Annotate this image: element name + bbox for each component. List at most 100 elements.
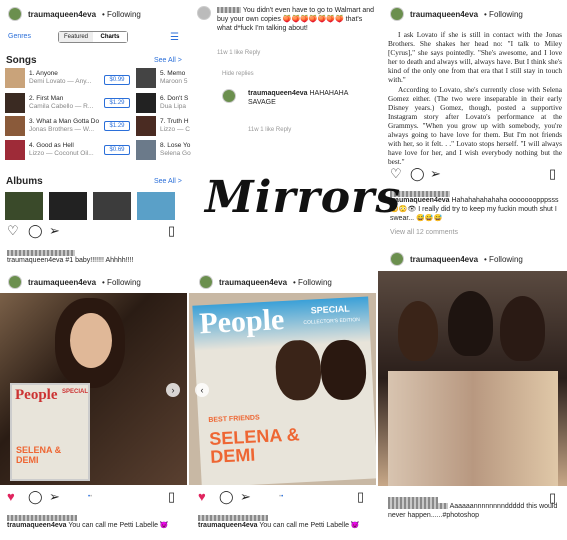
album-cover[interactable] — [5, 192, 43, 220]
caption: Aaaaaannnnnnnnddddd this would never hap… — [388, 503, 558, 519]
prev-arrow-icon[interactable]: ‹ — [195, 383, 209, 397]
song-title: 1. Anyone — [29, 70, 58, 77]
caption: traumaqueen4eva You can call me Petti La… — [7, 522, 169, 529]
view-comments-link[interactable]: View all 12 comments — [390, 228, 458, 237]
share-icon[interactable]: ➢ — [430, 167, 441, 180]
magazine-headline: SELENA & DEMI — [16, 445, 62, 465]
avatar[interactable] — [8, 7, 22, 21]
heart-icon[interactable]: ♥ — [198, 490, 206, 503]
avatar[interactable] — [390, 7, 404, 21]
face — [70, 313, 112, 368]
comment-icon[interactable]: ◯ — [219, 490, 234, 503]
post-photo[interactable]: People SPECIAL SELENA & DEMI › — [0, 293, 187, 485]
list-item[interactable]: 2. First Man Camila Cabello — R... — [5, 93, 93, 113]
tab-featured[interactable]: Featured — [59, 32, 93, 42]
celebrity-photo[interactable] — [378, 271, 567, 486]
comment-meta[interactable]: 11w 1 like Reply — [217, 49, 260, 58]
caption: traumaqueen4eva Hahahahahahaha ooooooopp… — [390, 197, 559, 222]
username[interactable]: traumaqueen4eva — [28, 10, 96, 19]
post-header: traumaqueen4eva • Following — [390, 7, 523, 21]
song-artist: Jonas Brothers — W... — [29, 126, 95, 133]
list-item[interactable]: 5. Memo Maroon 5 — [136, 68, 187, 88]
album-cover[interactable] — [93, 192, 131, 220]
comment-meta[interactable]: 11w 1 like Reply — [248, 126, 291, 135]
list-item[interactable]: 3. What a Man Gotta Do Jonas Brothers — W… — [5, 116, 99, 136]
see-all-link[interactable]: See All > — [154, 178, 182, 185]
bookmark-icon[interactable]: ▯ — [168, 490, 175, 503]
song-artist: Dua Lipa — [160, 103, 187, 110]
username[interactable]: traumaqueen4eva — [28, 278, 96, 287]
song-artist: Maroon 5 — [160, 78, 188, 85]
bookmark-icon[interactable]: ▯ — [168, 224, 175, 237]
hide-replies-link[interactable]: Hide replies — [222, 70, 254, 79]
comment-icon[interactable]: ◯ — [410, 167, 425, 180]
avatar[interactable] — [199, 275, 213, 289]
song-title: 4. Good as Hell — [29, 142, 74, 149]
following-label[interactable]: • Following — [102, 278, 141, 287]
comment-icon[interactable]: ◯ — [28, 490, 43, 503]
post-header: traumaqueen4eva • Following — [8, 275, 141, 289]
post-photo[interactable]: People SPECIAL COLLECTOR'S EDITION BEST … — [189, 293, 376, 485]
magazine-cover: People SPECIAL SELENA & DEMI — [10, 383, 90, 481]
list-icon[interactable]: ☰ — [170, 31, 179, 44]
following-label[interactable]: • Following — [102, 10, 141, 19]
share-icon[interactable]: ➢ — [240, 490, 251, 503]
price-button[interactable]: $1.29 — [104, 121, 130, 131]
magazine-special: SPECIAL — [62, 389, 89, 395]
magazine-best: BEST FRIENDS — [208, 414, 260, 425]
following-label[interactable]: • Following — [484, 255, 523, 264]
bookmark-icon[interactable]: ▯ — [549, 167, 556, 180]
magazine-edition: COLLECTOR'S EDITION — [303, 316, 360, 326]
username[interactable]: traumaqueen4eva — [410, 255, 478, 264]
comment-icon[interactable]: ◯ — [28, 224, 43, 237]
heart-icon[interactable]: ♡ — [7, 224, 19, 237]
price-button[interactable]: $0.99 — [104, 75, 130, 85]
list-item[interactable]: 4. Good as Hell Lizzo — Coconut Oil... — [5, 140, 94, 160]
share-icon[interactable]: ➢ — [49, 224, 60, 237]
song-title: 8. Lose Yo — [160, 142, 191, 149]
username[interactable]: traumaqueen4eva — [219, 278, 287, 287]
magazine-headline: SELENA & DEMI — [208, 424, 301, 467]
list-item[interactable]: 7. Truth H Lizzo — C — [136, 116, 190, 136]
album-art — [136, 116, 156, 136]
heart-icon[interactable]: ♥ — [7, 490, 15, 503]
album-art — [136, 93, 156, 113]
song-title: 6. Don't S — [160, 95, 189, 102]
magazine-brand: People — [198, 302, 286, 341]
magazine-cover: People SPECIAL COLLECTOR'S EDITION BEST … — [192, 296, 376, 485]
next-arrow-icon[interactable]: › — [166, 383, 180, 397]
carousel-dots: •• — [88, 494, 93, 500]
price-button[interactable]: $0.69 — [104, 145, 130, 155]
avatar[interactable] — [197, 6, 211, 20]
avatar[interactable] — [8, 275, 22, 289]
bookmark-icon[interactable]: ▯ — [357, 490, 364, 503]
segmented-control[interactable]: Featured Charts — [58, 31, 128, 43]
following-label[interactable]: • Following — [484, 10, 523, 19]
album-art — [5, 140, 25, 160]
see-all-link[interactable]: See All > — [154, 57, 182, 64]
album-art — [5, 93, 25, 113]
album-art — [136, 68, 156, 88]
blurred-likes — [7, 249, 75, 256]
albums-heading: Albums — [6, 176, 43, 187]
songs-heading: Songs — [6, 55, 37, 66]
avatar[interactable] — [390, 252, 404, 266]
avatar[interactable] — [222, 89, 236, 103]
album-cover[interactable] — [137, 192, 175, 220]
magazine-brand: People — [15, 387, 58, 403]
person-figure — [398, 301, 438, 361]
username[interactable]: traumaqueen4eva — [410, 10, 478, 19]
share-icon[interactable]: ➢ — [49, 490, 60, 503]
list-item[interactable]: 1. Anyone Demi Lovato — Any... — [5, 68, 91, 88]
tab-charts[interactable]: Charts — [93, 32, 127, 42]
album-cover[interactable] — [49, 192, 87, 220]
post-header: traumaqueen4eva • Following — [390, 252, 523, 266]
song-title: 7. Truth H — [160, 118, 189, 125]
genres-link[interactable]: Genres — [8, 33, 31, 40]
list-item[interactable]: 6. Don't S Dua Lipa — [136, 93, 188, 113]
following-label[interactable]: • Following — [293, 278, 332, 287]
list-item[interactable]: 8. Lose Yo Selena Go — [136, 140, 191, 160]
song-artist: Demi Lovato — Any... — [29, 78, 92, 85]
price-button[interactable]: $1.29 — [104, 98, 130, 108]
carousel-dots: •• — [279, 494, 284, 500]
